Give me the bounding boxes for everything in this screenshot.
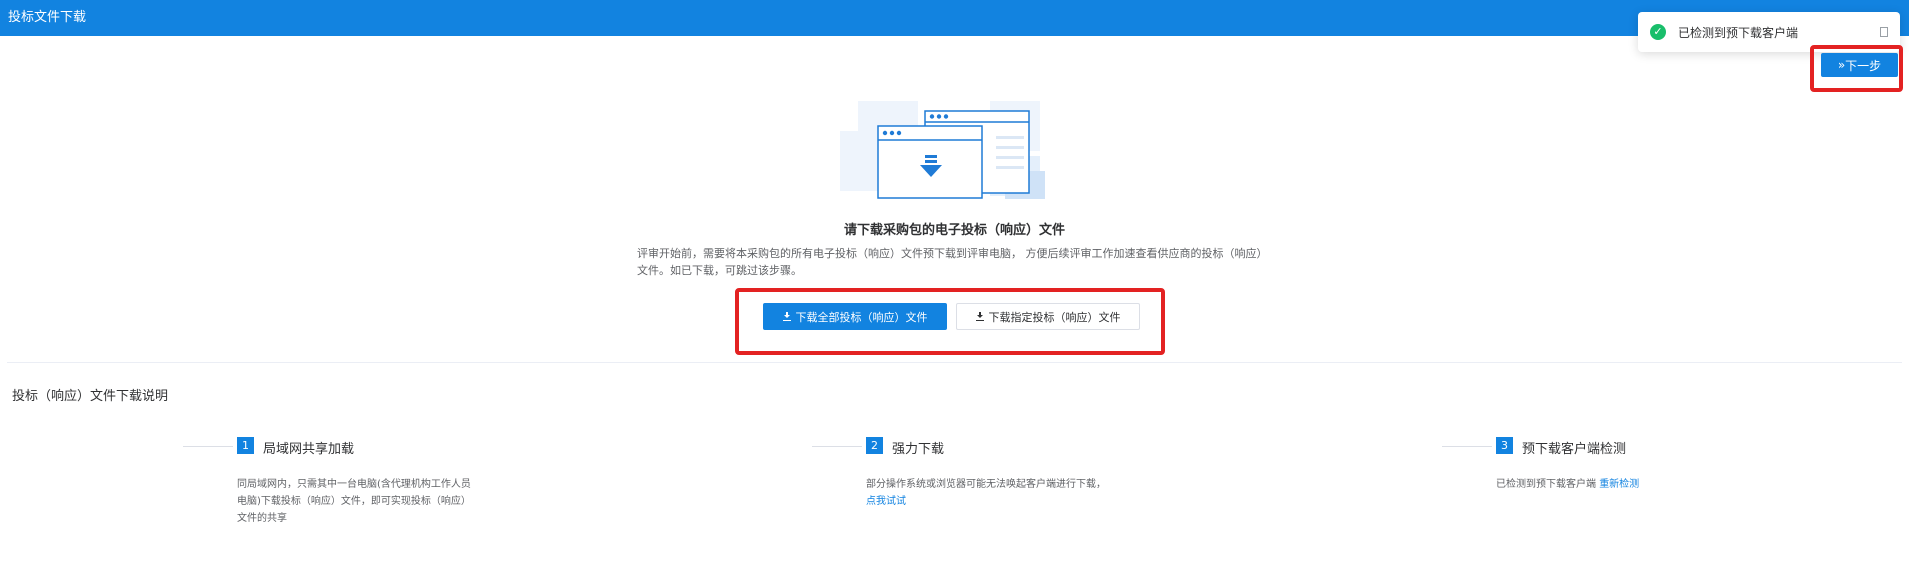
download-heading: 请下载采购包的电子投标（响应）文件 xyxy=(843,223,1065,238)
download-icon xyxy=(975,312,984,321)
step-3-line xyxy=(1442,446,1492,447)
try-it-link[interactable]: 点我试试 xyxy=(866,496,906,507)
page-header: 投标文件下载 xyxy=(0,0,1909,36)
download-description: 评审开始前，需要将本采购包的所有电子投标（响应）文件预下载到评审电脑， 方便后续… xyxy=(637,247,1262,277)
step-3-title: 预下载客户端检测 xyxy=(1522,442,1627,457)
download-all-label: 下载全部投标（响应）文件 xyxy=(795,310,928,324)
step-3-number: 3 xyxy=(1496,437,1513,454)
toast-message: 已检测到预下载客户端 xyxy=(1678,25,1799,40)
download-icon xyxy=(782,312,791,321)
download-illustration xyxy=(840,101,1045,199)
download-specific-button[interactable]: 下载指定投标（响应）文件 xyxy=(956,303,1140,330)
recheck-link[interactable]: 重新检测 xyxy=(1599,479,1639,490)
next-step-button[interactable]: » 下一步 xyxy=(1821,53,1898,77)
step-2-description: 部分操作系统或浏览器可能无法唤起客户端进行下载， 点我试试 xyxy=(866,476,1106,510)
download-specific-label: 下载指定投标（响应）文件 xyxy=(988,310,1121,324)
check-circle-icon: ✓ xyxy=(1650,24,1666,40)
next-step-label: 下一步 xyxy=(1845,58,1882,73)
step-3-description: 已检测到预下载客户端 重新检测 xyxy=(1496,476,1736,493)
step-2-line xyxy=(812,446,862,447)
step-1-title: 局域网共享加载 xyxy=(263,442,355,457)
step-2-title: 强力下载 xyxy=(892,442,945,457)
double-chevron-right-icon: » xyxy=(1837,58,1845,72)
step-1-line xyxy=(183,446,233,447)
page-title: 投标文件下载 xyxy=(8,10,87,25)
step-2-desc-text: 部分操作系统或浏览器可能无法唤起客户端进行下载， xyxy=(866,479,1106,490)
instructions-title: 投标（响应）文件下载说明 xyxy=(12,389,169,404)
step-1-description: 同局域网内，只需其中一台电脑(含代理机构工作人员电脑)下载投标（响应）文件，即可… xyxy=(237,479,471,524)
step-2-number: 2 xyxy=(866,437,883,454)
download-all-button[interactable]: 下载全部投标（响应）文件 xyxy=(763,303,947,330)
close-icon[interactable] xyxy=(1880,27,1888,37)
step-3-desc-text: 已检测到预下载客户端 xyxy=(1496,479,1600,490)
step-1-number: 1 xyxy=(237,437,254,454)
section-divider xyxy=(7,362,1902,363)
